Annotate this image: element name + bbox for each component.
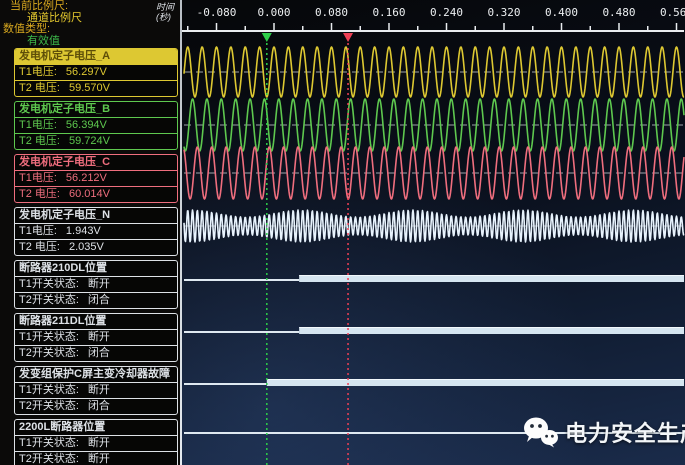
cursor-t1-marker[interactable] <box>262 33 272 42</box>
channel-measurement-row: T1开关状态: 断开 <box>15 435 177 451</box>
value-type-value[interactable]: 有效值 <box>27 36 181 48</box>
measurement-value: 断开 <box>88 331 110 343</box>
measurement-label: T1电压: <box>19 225 57 237</box>
waveform-plot[interactable]: -0.080 0.000 0.080 0.160 0.240 0.320 0.400 0.48… <box>182 0 685 465</box>
measurement-label: T1开关状态: <box>19 437 79 449</box>
measurement-label: T2开关状态: <box>19 294 79 306</box>
value-type-label: 数值类型: <box>3 24 181 36</box>
channel-group[interactable]: 发电机定子电压_A T1电压: 56.297V T2 电压: 59.570V <box>14 48 178 97</box>
channel-group[interactable]: 断路器211DL位置 T1开关状态: 断开 T2开关状态: 闭合 <box>14 313 178 362</box>
channel-group[interactable]: 发电机定子电压_C T1电压: 56.212V T2 电压: 60.014V <box>14 154 178 203</box>
waveform-trace <box>184 210 684 242</box>
channel-list: 发电机定子电压_AT1电压:56.297VT2 电压:59.570V发电机定子电… <box>14 48 178 465</box>
digital-trace-high <box>267 379 684 386</box>
measurement-label: T2 电压: <box>19 241 60 253</box>
measurement-label: T2 电压: <box>19 82 60 94</box>
measurement-label: T1开关状态: <box>19 331 79 343</box>
channel-measurement-row: T1电压: 56.212V <box>15 170 177 186</box>
channel-name[interactable]: 断路器210DL位置 <box>15 261 177 276</box>
measurement-label: T2 电压: <box>19 188 60 200</box>
measurement-value: 56.297V <box>66 66 107 78</box>
measurement-label: T2开关状态: <box>19 453 79 465</box>
waveform-area: -0.080 0.000 0.080 0.160 0.240 0.320 0.400 0.48… <box>182 0 685 465</box>
time-axis-label: 0.480 <box>602 6 635 19</box>
channel-measurement-row: T1电压: 56.394V <box>15 117 177 133</box>
channel-measurement-row: T2开关状态: 闭合 <box>15 292 177 308</box>
measurement-value: 56.212V <box>66 172 107 184</box>
measurement-value: 56.394V <box>66 119 107 131</box>
measurement-label: T1电压: <box>19 119 57 131</box>
channel-panel: 当前比例尺: 通道比例尺 数值类型: 有效值 发电机定子电压_A T1电压: 56.… <box>0 0 181 465</box>
channel-group[interactable]: 发电机定子电压_B T1电压: 56.394V T2 电压: 59.724V <box>14 101 178 150</box>
time-axis-label: 0.080 <box>315 6 348 19</box>
measurement-value: 断开 <box>88 453 110 465</box>
time-axis-label: 0.320 <box>487 6 520 19</box>
digital-trace-high <box>299 327 684 334</box>
measurement-label: T2 电压: <box>19 135 60 147</box>
measurement-label: T1电压: <box>19 172 57 184</box>
measurement-value: 1.943V <box>66 225 101 237</box>
channel-name[interactable]: 断路器211DL位置 <box>15 314 177 329</box>
channel-measurement-row: T2开关状态: 闭合 <box>15 345 177 361</box>
time-axis-label: -0.080 <box>197 6 237 19</box>
measurement-value: 闭合 <box>88 400 110 412</box>
fault-recorder-screen: 当前比例尺: 通道比例尺 数值类型: 有效值 发电机定子电压_A T1电压: 56.… <box>0 0 685 465</box>
cursor-t2-marker[interactable] <box>343 33 353 42</box>
channel-measurement-row: T2 电压: 59.724V <box>15 133 177 149</box>
channel-measurement-row: T1开关状态: 断开 <box>15 276 177 292</box>
time-axis-label: 0.160 <box>372 6 405 19</box>
measurement-label: T2开关状态: <box>19 347 79 359</box>
channel-measurement-row: T2开关状态: 闭合 <box>15 398 177 414</box>
measurement-value: 闭合 <box>88 347 110 359</box>
measurement-value: 断开 <box>88 384 110 396</box>
scale-info: 当前比例尺: 通道比例尺 数值类型: 有效值 <box>0 1 181 47</box>
measurement-value: 闭合 <box>88 294 110 306</box>
channel-measurement-row: T2 电压: 59.570V <box>15 80 177 96</box>
channel-measurement-row: T1开关状态: 断开 <box>15 329 177 345</box>
channel-name[interactable]: 发电机定子电压_N <box>15 208 177 223</box>
measurement-label: T1开关状态: <box>19 278 79 290</box>
channel-group[interactable]: 2200L断路器位置 T1开关状态: 断开 T2开关状态: 断开 <box>14 419 178 465</box>
channel-measurement-row: T1电压: 56.297V <box>15 64 177 80</box>
channel-measurement-row: T2开关状态: 断开 <box>15 451 177 465</box>
channel-measurement-row: T2 电压: 60.014V <box>15 186 177 202</box>
time-axis-title: 时间 (秒) <box>156 2 180 22</box>
time-axis-label: 0.400 <box>545 6 578 19</box>
channel-group[interactable]: 发电机定子电压_N T1电压: 1.943V T2 电压: 2.035V <box>14 207 178 256</box>
watermark-text: 电力安全生产 <box>565 416 685 448</box>
channel-measurement-row: T1电压: 1.943V <box>15 223 177 239</box>
time-axis-label: 0.560 <box>660 6 685 19</box>
measurement-label: T1开关状态: <box>19 384 79 396</box>
channel-measurement-row: T2 电压: 2.035V <box>15 239 177 255</box>
wechat-icon <box>523 416 559 448</box>
digital-trace-high <box>299 275 684 282</box>
measurement-label: T2开关状态: <box>19 400 79 412</box>
channel-group[interactable]: 发变组保护C屏主变冷却器故障 T1开关状态: 断开 T2开关状态: 闭合 <box>14 366 178 415</box>
measurement-value: 2.035V <box>69 241 104 253</box>
time-axis-label: 0.000 <box>257 6 290 19</box>
measurement-value: 59.570V <box>69 82 110 94</box>
measurement-value: 60.014V <box>69 188 110 200</box>
measurement-value: 断开 <box>88 278 110 290</box>
channel-name[interactable]: 发变组保护C屏主变冷却器故障 <box>15 367 177 382</box>
channel-group[interactable]: 断路器210DL位置 T1开关状态: 断开 T2开关状态: 闭合 <box>14 260 178 309</box>
measurement-value: 59.724V <box>69 135 110 147</box>
channel-name[interactable]: 发电机定子电压_A <box>15 49 177 64</box>
channel-measurement-row: T1开关状态: 断开 <box>15 382 177 398</box>
channel-name[interactable]: 发电机定子电压_C <box>15 155 177 170</box>
measurement-value: 断开 <box>88 437 110 449</box>
measurement-label: T1电压: <box>19 66 57 78</box>
time-axis-label: 0.240 <box>430 6 463 19</box>
channel-name[interactable]: 2200L断路器位置 <box>15 420 177 435</box>
watermark: 电力安全生产 <box>523 416 685 448</box>
channel-name[interactable]: 发电机定子电压_B <box>15 102 177 117</box>
